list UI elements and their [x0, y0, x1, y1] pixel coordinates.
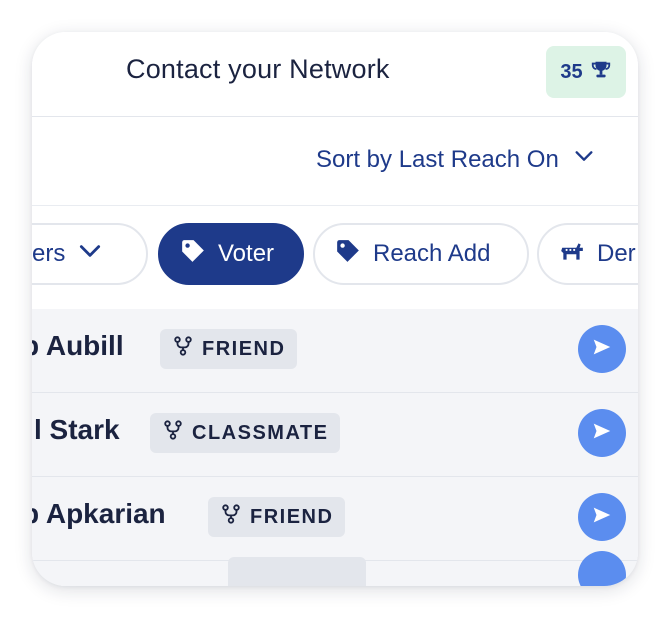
relation-label: FRIEND [250, 505, 334, 528]
relation-label: CLASSMATE [192, 421, 329, 444]
list-item[interactable]: l Stark CLASSMATE [32, 393, 638, 478]
header: Contact your Network 35 [32, 32, 638, 117]
relation-tag-partial [228, 557, 366, 586]
donkey-icon [559, 238, 585, 271]
tag-icon [180, 238, 206, 271]
send-icon [591, 420, 613, 447]
branch-icon [220, 503, 242, 531]
filter-chip-label: Reach Add [373, 240, 491, 267]
list-item[interactable]: b Apkarian FRIEND [32, 477, 638, 562]
send-icon [591, 336, 613, 363]
filters-dropdown-chip[interactable]: lters [32, 223, 148, 285]
trophy-icon [590, 59, 612, 86]
filter-chip-label: Voter [218, 240, 275, 267]
contact-list: b Aubill FRIEND l Stark CLASSMATE b Apka… [32, 309, 638, 586]
relation-tag: FRIEND [160, 329, 298, 369]
contact-name: b Apkarian [32, 498, 166, 529]
filters-chip-label: lters [32, 240, 66, 267]
filter-chip-reach-add[interactable]: Reach Add [313, 223, 529, 285]
filter-chip-label: Der [597, 240, 636, 267]
contact-name: l Stark [34, 414, 120, 445]
send-icon [591, 504, 613, 531]
score-value: 35 [560, 60, 583, 83]
list-item-partial[interactable] [32, 551, 638, 586]
search-input[interactable] [32, 143, 236, 181]
filter-chip-democrat[interactable]: Der [537, 223, 638, 285]
send-message-button[interactable] [578, 493, 626, 541]
sort-dropdown[interactable]: Sort by Last Reach On [316, 145, 595, 174]
relation-tag: CLASSMATE [150, 413, 341, 453]
send-message-button[interactable] [578, 409, 626, 457]
send-message-button[interactable] [578, 325, 626, 373]
relation-label: FRIEND [202, 337, 286, 360]
contact-name: b Aubill [32, 330, 124, 361]
contact-network-card: Contact your Network 35 Sort by Last Rea… [32, 32, 638, 586]
list-item[interactable]: b Aubill FRIEND [32, 309, 638, 394]
branch-icon [162, 419, 184, 447]
chevron-down-icon [573, 145, 595, 174]
branch-icon [172, 335, 194, 363]
search-sort-bar: Sort by Last Reach On [32, 117, 638, 206]
sort-label: Sort by Last Reach On [316, 145, 559, 173]
filter-chip-voter[interactable]: Voter [158, 223, 304, 285]
chevron-down-icon [77, 238, 103, 271]
relation-tag: FRIEND [208, 497, 346, 537]
score-badge[interactable]: 35 [546, 46, 626, 98]
page-title: Contact your Network [126, 54, 390, 84]
tag-icon [335, 238, 361, 271]
filter-chips: lters Voter Reach Add [32, 206, 638, 308]
